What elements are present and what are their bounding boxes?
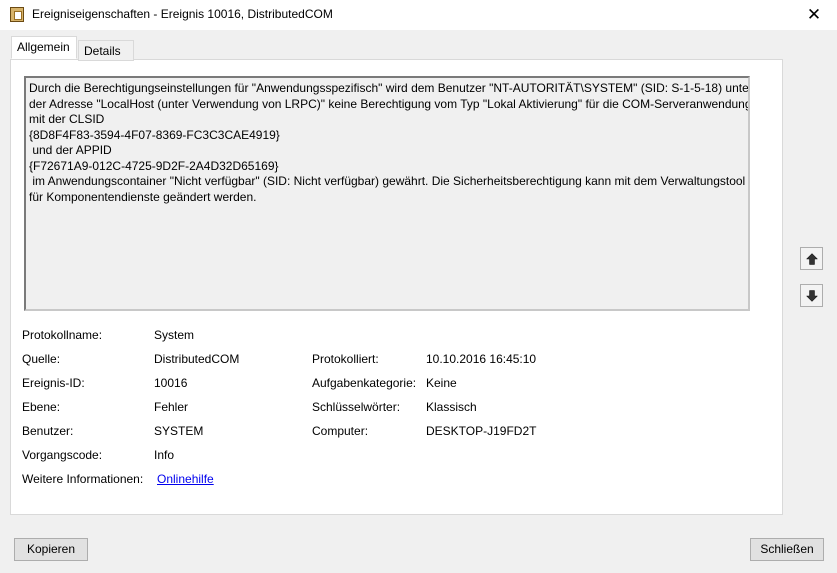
description-line: Durch die Berechtigungseinstellungen für… bbox=[29, 81, 750, 95]
tab-details[interactable]: Details bbox=[78, 40, 134, 61]
schluesselwoerter-value: Klassisch bbox=[426, 400, 477, 414]
benutzer-value: SYSTEM bbox=[154, 424, 204, 438]
ebene-value: Fehler bbox=[154, 400, 189, 414]
benutzer-label: Benutzer: bbox=[22, 424, 74, 438]
close-icon: ✕ bbox=[806, 5, 822, 24]
window-title: Ereigniseigenschaften - Ereignis 10016, … bbox=[32, 7, 333, 21]
description-line: im Anwendungscontainer "Nicht verfügbar"… bbox=[29, 174, 746, 188]
description-line: {8D8F4F83-3594-4F07-8369-FC3C3CAE4919} bbox=[29, 127, 280, 142]
ereignis-id-value: 10016 bbox=[154, 376, 188, 390]
weitere-informationen-label: Weitere Informationen: bbox=[22, 472, 144, 486]
aufgabenkategorie-value: Keine bbox=[426, 376, 457, 390]
ereignis-id-label: Ereignis-ID: bbox=[22, 376, 85, 390]
protokolliert-label: Protokolliert: bbox=[312, 352, 379, 366]
close-button[interactable]: Schließen bbox=[750, 538, 824, 561]
protokolliert-value: 10.10.2016 16:45:10 bbox=[426, 352, 537, 366]
description-line: mit der CLSID bbox=[29, 112, 105, 126]
arrow-down-icon bbox=[805, 290, 818, 302]
protokollname-value: System bbox=[154, 328, 195, 342]
protokollname-label: Protokollname: bbox=[22, 328, 103, 342]
aufgabenkategorie-label: Aufgabenkategorie: bbox=[312, 376, 417, 390]
copy-button[interactable]: Kopieren bbox=[14, 538, 88, 561]
description-line: der Adresse "LocalHost (unter Verwendung… bbox=[29, 96, 750, 111]
description-line: für Komponentendienste geändert werden. bbox=[29, 189, 257, 204]
previous-event-button[interactable] bbox=[800, 247, 823, 270]
title-bar: Ereigniseigenschaften - Ereignis 10016, … bbox=[0, 0, 837, 30]
schluesselwoerter-label: Schlüsselwörter: bbox=[312, 400, 401, 414]
description-line: und der APPID bbox=[29, 143, 112, 157]
tab-allgemein[interactable]: Allgemein bbox=[11, 36, 77, 59]
quelle-label: Quelle: bbox=[22, 352, 61, 366]
description-line: {F72671A9-012C-4725-9D2F-2A4D32D65169} bbox=[29, 158, 279, 173]
ebene-label: Ebene: bbox=[22, 400, 61, 414]
close-window-button[interactable]: ✕ bbox=[791, 0, 837, 30]
onlinehilfe-link[interactable]: Onlinehilfe bbox=[157, 472, 214, 486]
computer-value: DESKTOP-J19FD2T bbox=[426, 424, 537, 438]
vorgangscode-label: Vorgangscode: bbox=[22, 448, 103, 462]
quelle-value: DistributedCOM bbox=[154, 352, 240, 366]
event-viewer-app-icon bbox=[10, 7, 24, 22]
next-event-button[interactable] bbox=[800, 284, 823, 307]
arrow-up-icon bbox=[805, 253, 818, 265]
computer-label: Computer: bbox=[312, 424, 369, 438]
event-description-textbox[interactable]: Durch die Berechtigungseinstellungen für… bbox=[24, 76, 750, 311]
vorgangscode-value: Info bbox=[154, 448, 175, 462]
